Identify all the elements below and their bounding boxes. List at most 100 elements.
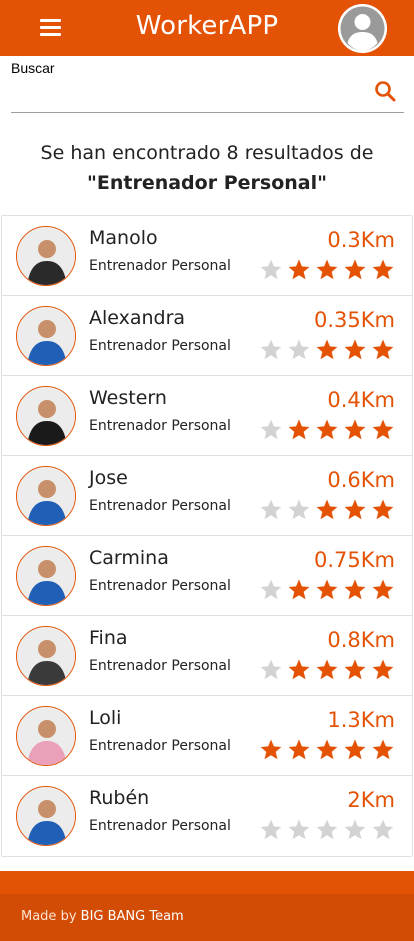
worker-photo-icon xyxy=(17,787,75,845)
star-filled-icon xyxy=(316,259,338,280)
star-empty-icon xyxy=(260,819,282,840)
search-field: Buscar xyxy=(11,59,404,113)
worker-role: Entrenador Personal xyxy=(89,258,231,274)
rating-stars xyxy=(259,418,395,441)
star-filled-icon xyxy=(372,259,394,280)
star-filled-icon xyxy=(344,499,366,520)
worker-distance: 0.35Km xyxy=(314,308,395,332)
star-empty-icon xyxy=(288,339,310,360)
star-filled-icon xyxy=(344,339,366,360)
worker-avatar xyxy=(16,546,76,606)
star-filled-icon xyxy=(288,259,310,280)
worker-name: Carmina xyxy=(89,547,169,569)
worker-photo-icon xyxy=(17,307,75,365)
star-filled-icon xyxy=(316,419,338,440)
star-filled-icon xyxy=(372,659,394,680)
worker-name: Fina xyxy=(89,627,128,649)
worker-photo-icon xyxy=(17,707,75,765)
worker-distance: 0.6Km xyxy=(327,468,395,492)
result-item[interactable]: Rubén Entrenador Personal 2Km xyxy=(2,776,412,856)
result-item[interactable]: Alexandra Entrenador Personal 0.35Km xyxy=(2,296,412,376)
star-filled-icon xyxy=(316,499,338,520)
worker-photo-icon xyxy=(17,467,75,525)
star-filled-icon xyxy=(372,739,394,760)
search-label: Buscar xyxy=(11,60,55,76)
star-filled-icon xyxy=(316,739,338,760)
footer-credit: Made by BIG BANG Team xyxy=(21,909,184,924)
worker-role: Entrenador Personal xyxy=(89,418,231,434)
worker-name: Loli xyxy=(89,707,122,729)
worker-name: Jose xyxy=(89,467,128,489)
star-filled-icon xyxy=(344,259,366,280)
worker-role: Entrenador Personal xyxy=(89,658,231,674)
star-filled-icon xyxy=(344,419,366,440)
rating-stars xyxy=(259,738,395,761)
result-item[interactable]: Carmina Entrenador Personal 0.75Km xyxy=(2,536,412,616)
star-filled-icon xyxy=(288,579,310,600)
star-filled-icon xyxy=(316,659,338,680)
worker-distance: 1.3Km xyxy=(327,708,395,732)
rating-stars xyxy=(259,578,395,601)
search-icon[interactable] xyxy=(373,79,397,103)
worker-role: Entrenador Personal xyxy=(89,498,231,514)
worker-photo-icon xyxy=(17,547,75,605)
worker-name: Alexandra xyxy=(89,307,186,329)
results-summary: Se han encontrado 8 resultados de "Entre… xyxy=(0,138,414,198)
worker-distance: 0.75Km xyxy=(314,548,395,572)
star-filled-icon xyxy=(344,579,366,600)
worker-photo-icon xyxy=(17,627,75,685)
results-count-text: Se han encontrado 8 resultados de xyxy=(40,142,374,164)
worker-distance: 2Km xyxy=(347,788,395,812)
worker-distance: 0.3Km xyxy=(327,228,395,252)
star-empty-icon xyxy=(260,339,282,360)
worker-avatar xyxy=(16,706,76,766)
worker-avatar xyxy=(16,306,76,366)
result-item[interactable]: Manolo Entrenador Personal 0.3Km xyxy=(2,216,412,296)
star-empty-icon xyxy=(288,499,310,520)
search-input[interactable] xyxy=(11,81,366,109)
result-item[interactable]: Western Entrenador Personal 0.4Km xyxy=(2,376,412,456)
star-filled-icon xyxy=(372,579,394,600)
footer-prefix: Made by xyxy=(21,909,77,924)
profile-avatar[interactable] xyxy=(338,4,387,53)
worker-avatar xyxy=(16,626,76,686)
worker-distance: 0.8Km xyxy=(327,628,395,652)
user-icon xyxy=(338,4,387,53)
worker-role: Entrenador Personal xyxy=(89,818,231,834)
star-filled-icon xyxy=(288,659,310,680)
rating-stars xyxy=(259,818,395,841)
rating-stars xyxy=(259,338,395,361)
star-empty-icon xyxy=(288,819,310,840)
worker-avatar xyxy=(16,466,76,526)
star-filled-icon xyxy=(344,739,366,760)
worker-photo-icon xyxy=(17,227,75,285)
star-empty-icon xyxy=(260,579,282,600)
worker-avatar xyxy=(16,786,76,846)
worker-name: Manolo xyxy=(89,227,158,249)
star-filled-icon xyxy=(260,739,282,760)
rating-stars xyxy=(259,658,395,681)
footer-team-link[interactable]: BIG BANG Team xyxy=(81,909,184,924)
results-list: Manolo Entrenador Personal 0.3Km Alexand… xyxy=(1,215,413,857)
result-item[interactable]: Loli Entrenador Personal 1.3Km xyxy=(2,696,412,776)
worker-avatar xyxy=(16,386,76,446)
worker-role: Entrenador Personal xyxy=(89,338,231,354)
worker-avatar xyxy=(16,226,76,286)
star-empty-icon xyxy=(316,819,338,840)
star-filled-icon xyxy=(344,659,366,680)
rating-stars xyxy=(259,498,395,521)
star-empty-icon xyxy=(260,499,282,520)
star-empty-icon xyxy=(260,259,282,280)
star-empty-icon xyxy=(260,419,282,440)
star-filled-icon xyxy=(372,419,394,440)
worker-role: Entrenador Personal xyxy=(89,738,231,754)
worker-role: Entrenador Personal xyxy=(89,578,231,594)
star-filled-icon xyxy=(316,339,338,360)
result-item[interactable]: Fina Entrenador Personal 0.8Km xyxy=(2,616,412,696)
star-filled-icon xyxy=(372,339,394,360)
star-filled-icon xyxy=(288,419,310,440)
worker-distance: 0.4Km xyxy=(327,388,395,412)
app-bar: WorkerAPP xyxy=(0,0,414,56)
worker-name: Western xyxy=(89,387,167,409)
result-item[interactable]: Jose Entrenador Personal 0.6Km xyxy=(2,456,412,536)
